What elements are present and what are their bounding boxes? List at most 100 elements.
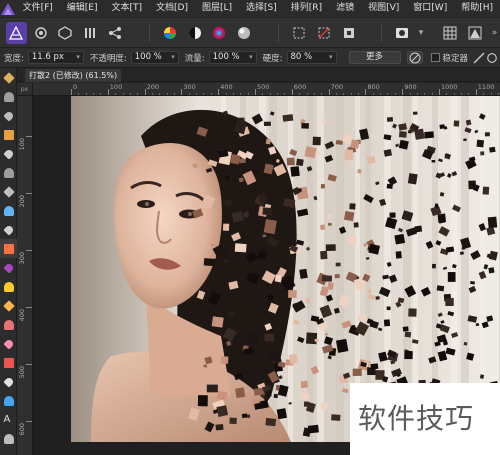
dodge-tool-icon bbox=[3, 281, 14, 292]
eyedropper-icon bbox=[2, 147, 15, 160]
more-button[interactable]: 更多 bbox=[348, 51, 401, 64]
ruler-tick bbox=[71, 89, 72, 95]
paint-brush-button[interactable] bbox=[0, 125, 17, 144]
crop-tool-icon bbox=[2, 109, 15, 122]
zoom-tool-button[interactable] bbox=[0, 429, 17, 448]
width-value: 11.6 px bbox=[31, 52, 64, 62]
pen-tool-button[interactable] bbox=[0, 372, 17, 391]
ruler-tick bbox=[475, 89, 477, 95]
overflow-button[interactable]: » bbox=[489, 22, 500, 44]
selection-brush-button[interactable] bbox=[0, 87, 17, 106]
menu-select[interactable]: 选择[S] bbox=[239, 0, 284, 17]
menu-layer[interactable]: 图层[L] bbox=[195, 0, 239, 17]
watermark-panel: 软件技巧 bbox=[350, 383, 500, 455]
color-wheel-button[interactable] bbox=[160, 22, 181, 44]
ruler-tick bbox=[402, 89, 404, 95]
rope-icon bbox=[473, 52, 485, 63]
ruler-tick bbox=[26, 421, 32, 422]
color-mode-button[interactable] bbox=[209, 22, 230, 44]
marquee-tool-button[interactable] bbox=[0, 163, 17, 182]
menu-view[interactable]: 视图[V] bbox=[361, 0, 406, 17]
menu-window[interactable]: 窗口[W] bbox=[406, 0, 454, 17]
crop-tool-button[interactable] bbox=[0, 106, 17, 125]
tone-mapping-persona-button[interactable] bbox=[80, 22, 101, 44]
ruler-tick-label: 100 bbox=[109, 83, 123, 91]
invert-selection-button[interactable] bbox=[338, 22, 359, 44]
stabilizer-checkbox[interactable] bbox=[430, 53, 440, 62]
contrast-button[interactable] bbox=[184, 22, 205, 44]
affinity-photo-logo[interactable] bbox=[0, 0, 16, 17]
quick-mask-button[interactable] bbox=[392, 22, 413, 44]
deselect-button[interactable] bbox=[314, 22, 335, 44]
pen-tool-icon bbox=[2, 375, 15, 388]
chevron-down-icon[interactable]: ▾ bbox=[416, 22, 425, 44]
selection-brush-icon bbox=[3, 91, 14, 102]
grid-button[interactable] bbox=[440, 22, 461, 44]
opacity-label: 不透明度: bbox=[89, 53, 127, 64]
document-tabs: 打散2 (已修改) (61.5%) bbox=[17, 68, 500, 82]
marquee-button[interactable] bbox=[289, 22, 310, 44]
smudge-tool-button[interactable] bbox=[0, 296, 17, 315]
watermark-text: 软件技巧 bbox=[358, 402, 475, 435]
ruler-tick-label: 500 bbox=[257, 83, 270, 91]
move-tool-button[interactable] bbox=[0, 68, 17, 87]
ruler-tick-label: 500 bbox=[18, 366, 26, 379]
export-persona-button[interactable] bbox=[104, 22, 125, 44]
menu-file[interactable]: 文件[F] bbox=[16, 0, 60, 17]
ruler-tick-label: 300 bbox=[18, 252, 26, 265]
menu-help[interactable]: 帮助[H] bbox=[454, 0, 500, 17]
ruler-tick bbox=[218, 89, 220, 95]
ruler-tick-label: 700 bbox=[330, 83, 344, 91]
width-field[interactable]: 11.6 px ▾ bbox=[27, 51, 84, 64]
toolbar-separator bbox=[278, 23, 280, 42]
document-tab[interactable]: 打散2 (已修改) (61.5%) bbox=[25, 69, 122, 82]
hardness-field[interactable]: 80 % ▾ bbox=[286, 51, 337, 64]
menu-arrange[interactable]: 排列[R] bbox=[284, 0, 329, 17]
pixel-grid-icon bbox=[468, 26, 482, 39]
shape-tool-button[interactable] bbox=[0, 391, 17, 410]
chevron-down-icon: ▾ bbox=[328, 53, 333, 61]
force-pressure-button[interactable] bbox=[406, 51, 423, 64]
horizontal-ruler[interactable]: 0 100 200 300 400 500 600 700 800 900 1000 1100 bbox=[33, 83, 500, 96]
tools-panel: A bbox=[0, 68, 17, 455]
sphere-button[interactable] bbox=[234, 22, 255, 44]
photo-persona-button[interactable] bbox=[6, 21, 27, 44]
vertical-ruler[interactable]: 100 200 300 400 500 600 bbox=[17, 96, 33, 455]
ruler-tick bbox=[26, 136, 32, 137]
color-replace-button[interactable] bbox=[0, 258, 17, 277]
text-tool-button[interactable]: A bbox=[0, 410, 17, 429]
opacity-field[interactable]: 100 % ▾ bbox=[130, 51, 179, 64]
chevron-down-icon: ▾ bbox=[171, 53, 175, 61]
clone-tool-button[interactable] bbox=[0, 315, 17, 334]
pixel-grid-button[interactable] bbox=[464, 22, 485, 44]
context-toolbar: 宽度: 11.6 px ▾ 不透明度: 100 % ▾ 流量: 100 % ▾ … bbox=[0, 48, 500, 68]
ruler-tick-label: 800 bbox=[367, 83, 380, 91]
hardness-label: 硬度: bbox=[262, 53, 283, 64]
zoom-tool-icon bbox=[3, 433, 14, 444]
paint-brush-active-icon bbox=[3, 243, 14, 254]
menu-edit[interactable]: 编辑[E] bbox=[60, 0, 105, 17]
liquify-icon bbox=[35, 26, 47, 39]
eyedropper-button[interactable] bbox=[0, 144, 17, 163]
ruler-tick-label: 1100 bbox=[477, 83, 495, 91]
menu-text[interactable]: 文本[T] bbox=[105, 0, 150, 17]
window-mode-button[interactable] bbox=[486, 51, 498, 64]
erase-brush-button[interactable] bbox=[0, 220, 17, 239]
develop-persona-button[interactable] bbox=[55, 22, 76, 44]
gradient-tool-button[interactable] bbox=[0, 201, 17, 220]
dodge-tool-button[interactable] bbox=[0, 277, 17, 296]
ruler-unit[interactable]: px bbox=[17, 83, 33, 96]
red-eye-button[interactable] bbox=[0, 353, 17, 372]
invert-icon bbox=[343, 27, 354, 38]
ruler-tick-label: 0 bbox=[73, 83, 78, 91]
liquify-persona-button[interactable] bbox=[31, 22, 52, 44]
circle-mask-icon bbox=[396, 27, 409, 38]
stabilizer-mode-button[interactable] bbox=[472, 51, 486, 64]
flood-fill-button[interactable] bbox=[0, 182, 17, 201]
flow-field[interactable]: 100 % ▾ bbox=[208, 51, 257, 64]
menu-document[interactable]: 文档[D] bbox=[149, 0, 195, 17]
ruler-tick bbox=[439, 89, 440, 95]
menu-filters[interactable]: 滤镜 bbox=[329, 0, 361, 17]
inpainting-tool-button[interactable] bbox=[0, 334, 17, 353]
paint-brush-active-button[interactable] bbox=[0, 239, 17, 258]
